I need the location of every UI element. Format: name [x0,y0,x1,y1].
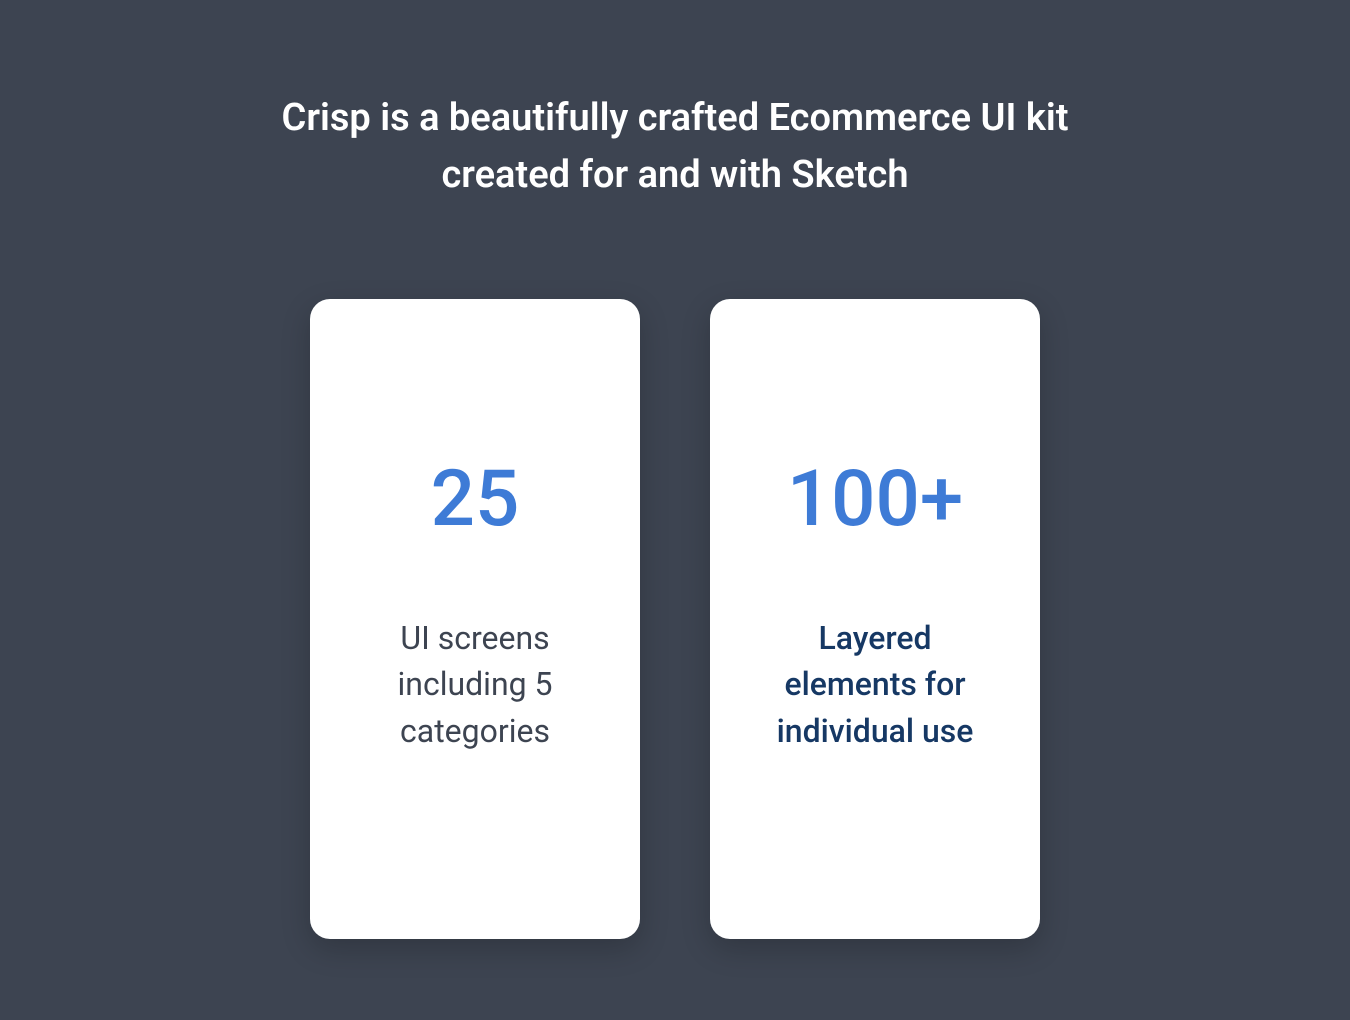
stat-description: Layered elements for individual use [750,615,1000,754]
stat-card-screens: 25 UI screens including 5 categories [310,299,640,939]
stat-card-elements: 100+ Layered elements for individual use [710,299,1040,939]
cards-container: 25 UI screens including 5 categories 100… [310,299,1040,939]
page-heading: Crisp is a beautifully crafted Ecommerce… [225,90,1125,204]
stat-number: 25 [431,454,520,545]
stat-number: 100+ [787,454,963,545]
stat-description: UI screens including 5 categories [350,615,600,754]
